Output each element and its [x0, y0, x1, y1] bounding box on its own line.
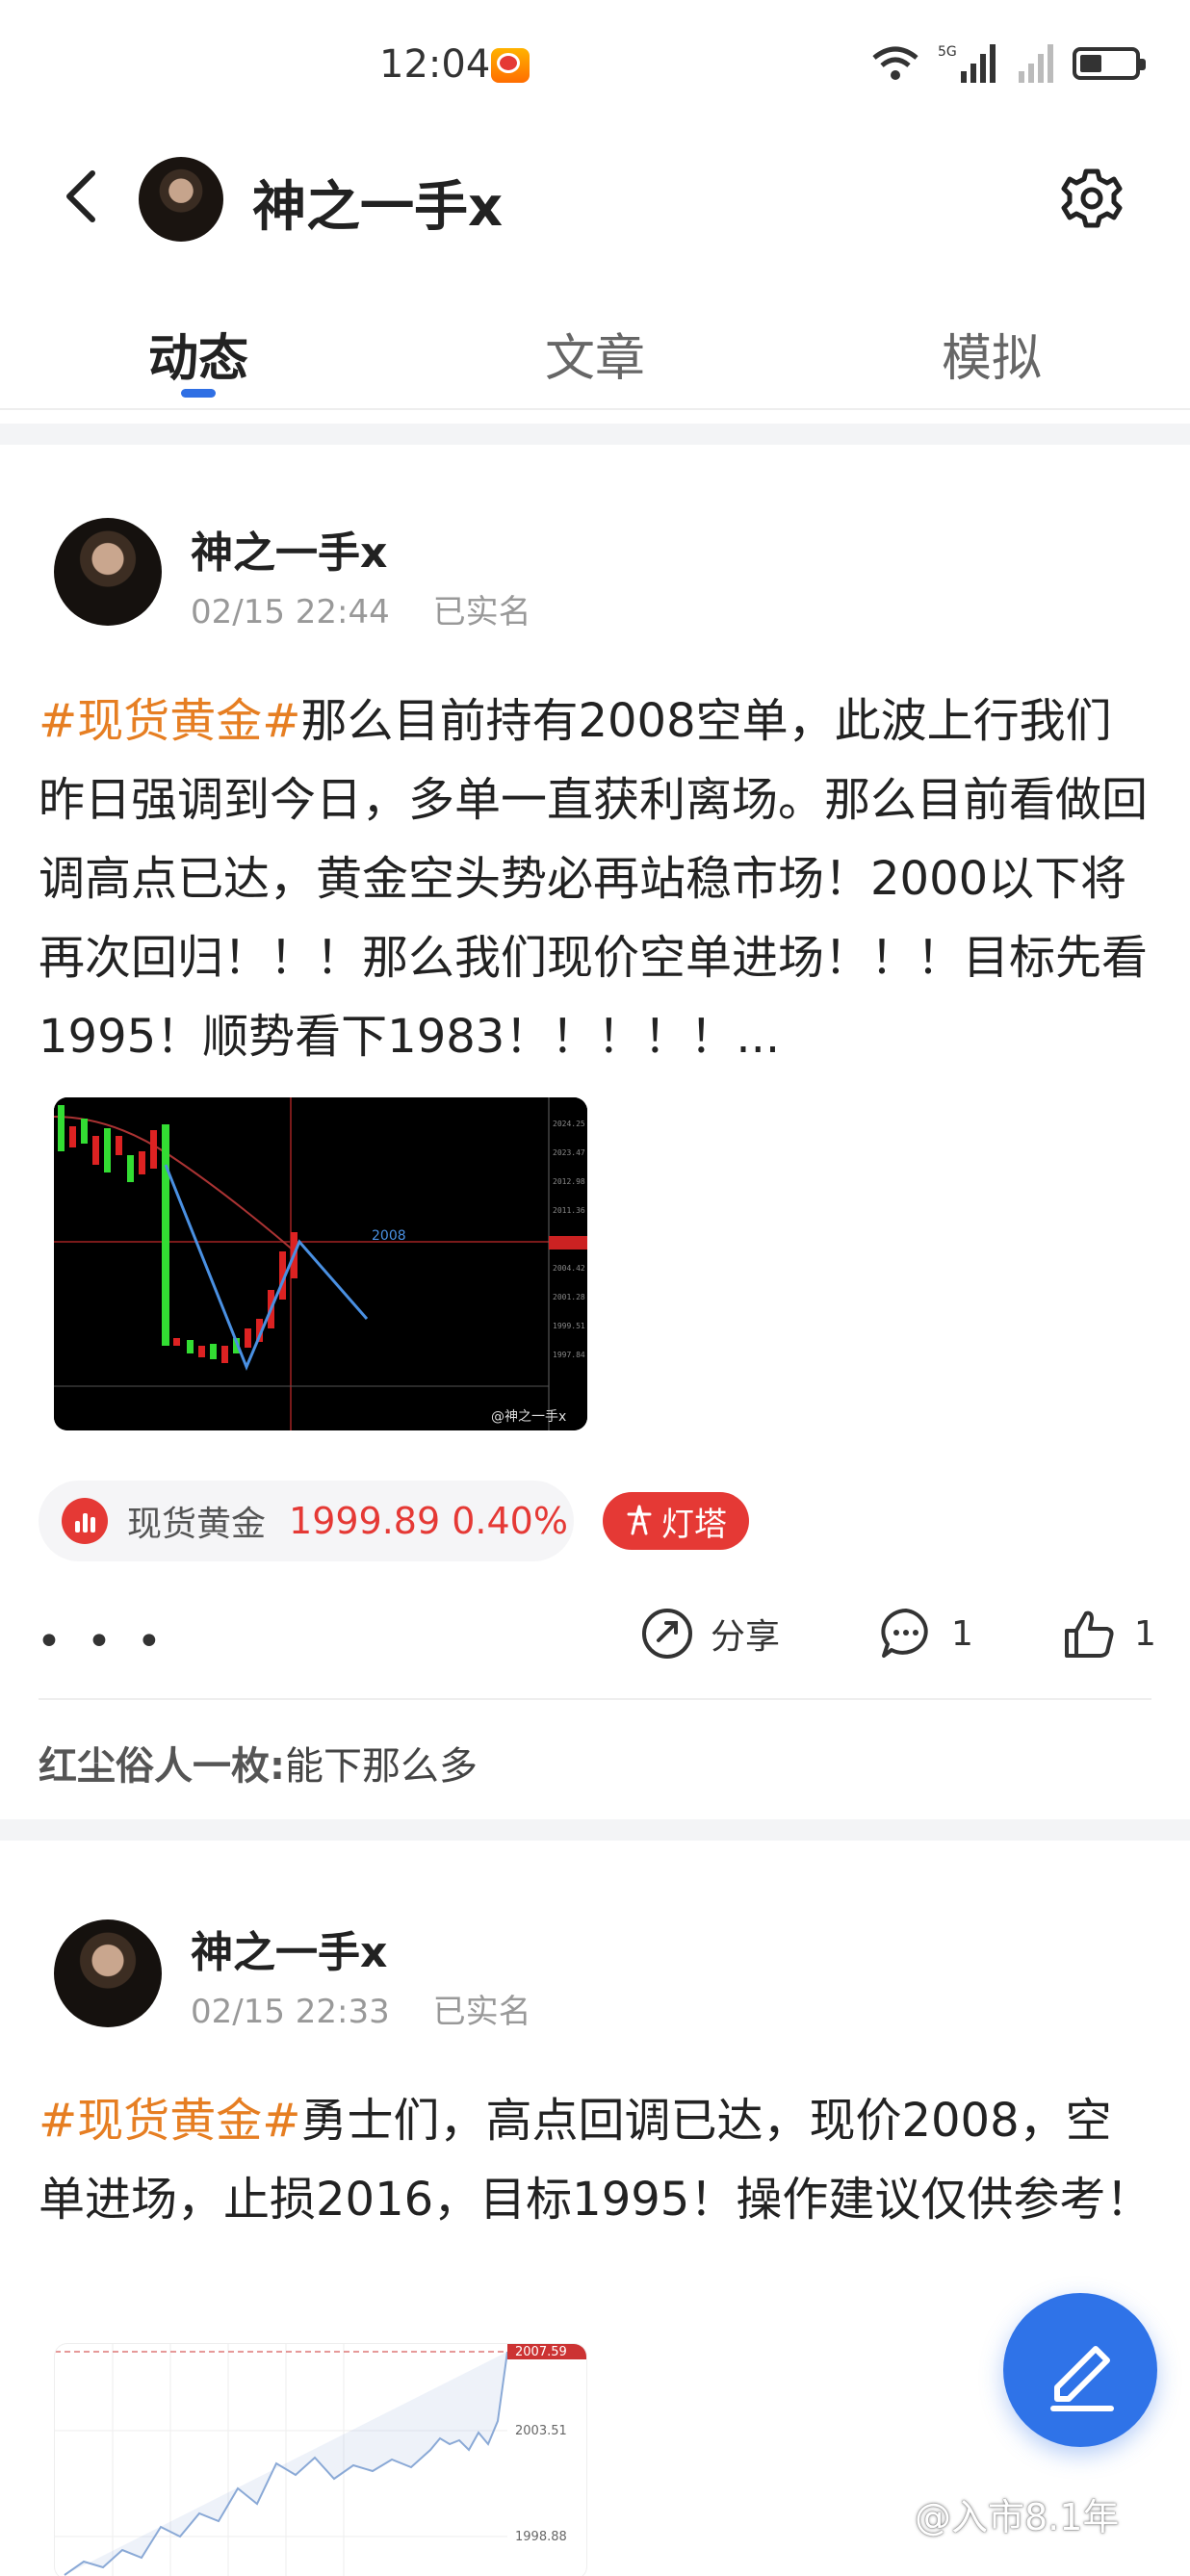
signal-5g-icon: 5G: [938, 44, 996, 83]
post-card[interactable]: 神之一手x 02/15 22:33 已实名 #现货黄金#勇士们，高点回调已达，现…: [0, 1841, 1190, 2576]
signal-secondary-icon: [1019, 44, 1053, 83]
back-arrow-icon[interactable]: [60, 167, 102, 225]
svg-text:2001.28: 2001.28: [553, 1293, 585, 1301]
dengta-badge[interactable]: 灯塔: [603, 1492, 749, 1550]
tab-active-indicator: [181, 389, 216, 398]
comment-icon: [881, 1609, 928, 1658]
more-options-button[interactable]: • • •: [37, 1617, 168, 1666]
lighthouse-icon: [627, 1505, 652, 1535]
post-avatar[interactable]: [54, 518, 162, 626]
wifi-icon: [872, 46, 918, 80]
chart-low-price: 1998.88: [515, 2530, 567, 2544]
svg-text:2024.25: 2024.25: [553, 1120, 585, 1128]
verified-label: 已实名: [432, 593, 531, 631]
svg-text:2011.36: 2011.36: [553, 1206, 585, 1215]
quote-name: 现货黄金: [127, 1505, 267, 1544]
chart-mid-price: 2003.51: [515, 2424, 567, 2438]
post-actions: • • • 分享 1 1: [0, 1600, 1190, 1677]
badge-label: 灯塔: [661, 1505, 727, 1544]
gear-icon[interactable]: [1059, 166, 1125, 231]
post-datetime: 02/15 22:44: [191, 593, 390, 631]
share-button[interactable]: 分享: [639, 1606, 780, 1662]
post-text: 那么目前持有2008空单，此波上行我们昨日强调到今日，多单一直获利离场。那么目前…: [39, 694, 1149, 1064]
status-time: 12:04: [379, 42, 491, 87]
comment-button[interactable]: 1: [878, 1606, 973, 1662]
pencil-icon: [1050, 2346, 1114, 2411]
comment-count: 1: [951, 1613, 973, 1654]
post-body[interactable]: #现货黄金#勇士们，高点回调已达，现价2008，空单进场，止损2016，目标19…: [39, 2081, 1155, 2239]
comment-user[interactable]: 红尘俗人一枚:: [39, 1744, 285, 1789]
profile-name: 神之一手x: [252, 176, 504, 239]
tab-moni[interactable]: 模拟: [793, 304, 1190, 410]
share-icon: [642, 1609, 692, 1659]
header-avatar[interactable]: [139, 157, 223, 242]
image-watermark: @入市8.1年: [915, 2496, 1120, 2538]
status-bar: 12:04 5G: [0, 0, 1190, 135]
post-chart-image[interactable]: 2007.59 2003.51 1998.88: [54, 2343, 587, 2576]
line-chart: 2007.59 2003.51 1998.88: [55, 2344, 586, 2576]
quote-price: 1999.89 0.40%: [289, 1500, 568, 1542]
status-icons: 5G: [870, 42, 1146, 85]
post-card[interactable]: 神之一手x 02/15 22:44 已实名 #现货黄金#那么目前持有2008空单…: [0, 445, 1190, 1819]
chart-watermark: @神之一手x: [491, 1409, 566, 1425]
section-separator: [0, 1819, 1190, 1841]
post-body[interactable]: #现货黄金#那么目前持有2008空单，此波上行我们昨日强调到今日，多单一直获利离…: [39, 682, 1155, 1076]
like-button[interactable]: 1: [1061, 1606, 1156, 1662]
tab-label: 动态: [147, 330, 248, 388]
post-divider: [39, 1698, 1151, 1700]
post-meta: 02/15 22:44 已实名: [191, 585, 564, 632]
post-author[interactable]: 神之一手x: [191, 1918, 387, 1979]
profile-tabs: 动态 文章 模拟: [0, 304, 1190, 410]
svg-text:2004.42: 2004.42: [553, 1264, 585, 1273]
candlestick-chart: 2008 2024.25 2023.47 2012.98 2011.36 2004.…: [54, 1097, 587, 1430]
share-label: 分享: [711, 1617, 781, 1657]
battery-icon: [1073, 47, 1146, 80]
post-meta: 02/15 22:33 已实名: [191, 1985, 564, 2032]
tab-dongtai[interactable]: 动态: [0, 304, 397, 410]
comment-text: 能下那么多: [285, 1744, 478, 1789]
section-separator: [0, 424, 1190, 445]
post-avatar[interactable]: [54, 1919, 162, 2027]
tab-divider: [0, 408, 1190, 410]
weibo-notification-icon: [491, 48, 530, 83]
verified-label: 已实名: [432, 1993, 531, 2031]
chart-price-label: 2008: [372, 1228, 406, 1244]
thumbs-up-icon: [1065, 1610, 1114, 1658]
hashtag-link[interactable]: #现货黄金#: [39, 694, 300, 748]
svg-text:5G: 5G: [938, 44, 957, 60]
post-author[interactable]: 神之一手x: [191, 518, 387, 580]
quote-bars-icon: [62, 1498, 108, 1544]
post-chart-image[interactable]: 2008 2024.25 2023.47 2012.98 2011.36 2004.…: [54, 1097, 587, 1430]
chart-top-price: 2007.59: [515, 2345, 567, 2359]
top-comment[interactable]: 红尘俗人一枚:能下那么多: [39, 1735, 478, 1790]
tab-wenzhang[interactable]: 文章: [397, 304, 793, 410]
compose-post-button[interactable]: [1003, 2293, 1157, 2447]
hashtag-link[interactable]: #现货黄金#: [39, 2094, 300, 2148]
post-datetime: 02/15 22:33: [191, 1993, 390, 2031]
svg-text:1999.51: 1999.51: [553, 1322, 585, 1330]
tab-label: 模拟: [941, 330, 1042, 388]
like-count: 1: [1134, 1613, 1156, 1654]
quote-chip[interactable]: 现货黄金 1999.89 0.40%: [39, 1481, 574, 1561]
profile-header: 神之一手x: [0, 135, 1190, 260]
svg-text:2023.47: 2023.47: [553, 1148, 585, 1157]
svg-text:2012.98: 2012.98: [553, 1177, 585, 1186]
tab-label: 文章: [544, 330, 645, 388]
svg-text:1997.84: 1997.84: [553, 1351, 585, 1359]
